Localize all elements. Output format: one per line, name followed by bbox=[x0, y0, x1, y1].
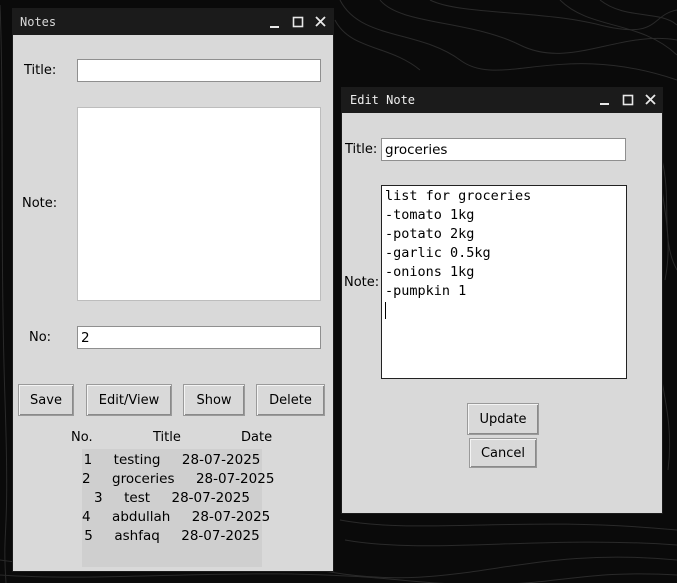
list-item[interactable]: 4 abdullah 28-07-2025 bbox=[82, 509, 270, 525]
close-icon[interactable] bbox=[310, 8, 332, 34]
show-button-label: Show bbox=[196, 392, 232, 408]
title-label: Title: bbox=[345, 142, 378, 157]
column-header-no: No. bbox=[71, 430, 93, 445]
save-button-label: Save bbox=[30, 392, 62, 408]
maximize-icon[interactable] bbox=[287, 8, 309, 34]
list-item[interactable]: 3 test 28-07-2025 bbox=[82, 490, 262, 506]
note-label: Note: bbox=[22, 196, 58, 211]
save-button[interactable]: Save bbox=[18, 384, 74, 416]
title-input[interactable] bbox=[381, 138, 626, 161]
title-input[interactable] bbox=[77, 59, 321, 82]
note-line: -onions 1kg bbox=[385, 264, 475, 280]
update-button-label: Update bbox=[479, 411, 527, 427]
notes-client: Title: Note: No: Save Edit/View Show Del… bbox=[13, 35, 333, 571]
column-header-title: Title bbox=[153, 430, 181, 445]
title-label: Title: bbox=[24, 63, 57, 78]
list-item[interactable]: 2 groceries 28-07-2025 bbox=[82, 471, 274, 487]
cancel-button[interactable]: Cancel bbox=[469, 438, 537, 468]
window-title: Edit Note bbox=[350, 93, 416, 107]
note-textarea[interactable] bbox=[77, 107, 321, 301]
note-line: -potato 2kg bbox=[385, 226, 475, 242]
note-line: -garlic 0.5kg bbox=[385, 245, 491, 261]
window-title: Notes bbox=[20, 15, 57, 29]
close-icon[interactable] bbox=[640, 87, 662, 113]
edit-view-button-label: Edit/View bbox=[98, 392, 160, 408]
cancel-button-label: Cancel bbox=[480, 445, 526, 461]
delete-button-label: Delete bbox=[269, 392, 312, 408]
notes-window: Notes Title: Note: No: Save Edit/View Sh… bbox=[12, 8, 334, 572]
note-line: -pumpkin 1 bbox=[385, 283, 467, 299]
note-line: -tomato 1kg bbox=[385, 207, 475, 223]
show-button[interactable]: Show bbox=[183, 384, 245, 416]
note-line: list for groceries bbox=[385, 188, 532, 204]
list-item[interactable]: 1 testing 28-07-2025 bbox=[82, 452, 262, 468]
column-header-date: Date bbox=[241, 430, 273, 445]
edit-note-client: Title: Note: list for groceries -tomato … bbox=[342, 113, 662, 513]
maximize-icon[interactable] bbox=[617, 87, 639, 113]
update-button[interactable]: Update bbox=[467, 403, 539, 435]
text-cursor bbox=[385, 302, 386, 319]
minimize-icon[interactable] bbox=[264, 8, 286, 34]
edit-note-window: Edit Note Title: Note: list for grocerie… bbox=[341, 87, 663, 514]
notes-titlebar[interactable]: Notes bbox=[12, 8, 334, 34]
no-label: No: bbox=[29, 330, 52, 345]
note-label: Note: bbox=[344, 275, 380, 290]
no-input[interactable] bbox=[77, 326, 321, 349]
edit-view-button[interactable]: Edit/View bbox=[86, 384, 172, 416]
notes-listbox[interactable]: 1 testing 28-07-2025 2 groceries 28-07-2… bbox=[82, 449, 274, 567]
list-item[interactable]: 5 ashfaq 28-07-2025 bbox=[82, 528, 262, 544]
edit-note-titlebar[interactable]: Edit Note bbox=[341, 87, 663, 112]
delete-button[interactable]: Delete bbox=[256, 384, 325, 416]
minimize-icon[interactable] bbox=[594, 87, 616, 113]
note-textarea[interactable]: list for groceries -tomato 1kg -potato 2… bbox=[381, 185, 627, 379]
